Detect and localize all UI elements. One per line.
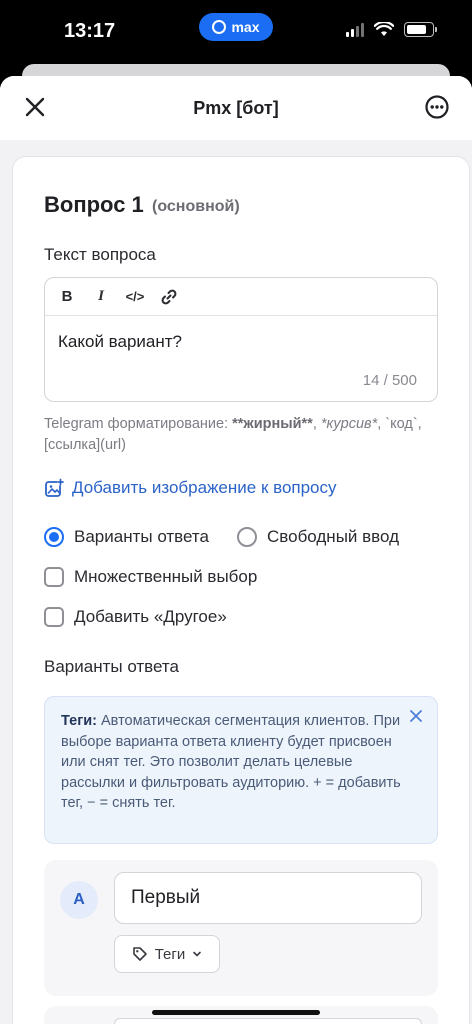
system-icons	[346, 22, 437, 37]
tags-info-title: Теги:	[61, 713, 97, 729]
checkbox-other[interactable]: Добавить «Другое»	[44, 607, 227, 627]
radio-free-input[interactable]: Свободный ввод	[237, 527, 399, 547]
hint-bold: **жирный**	[232, 416, 313, 432]
code-button[interactable]: </>	[125, 289, 145, 304]
answer-input-next[interactable]	[114, 1018, 422, 1024]
bold-button[interactable]: B	[57, 288, 77, 305]
add-image-icon	[45, 478, 64, 497]
hint-italic: *курсив*	[320, 416, 378, 432]
radio-options-label: Варианты ответа	[74, 527, 209, 546]
link-icon[interactable]	[159, 288, 179, 306]
tags-dropdown-button[interactable]: Теги	[114, 935, 220, 973]
checkbox-other-label: Добавить «Другое»	[74, 607, 227, 626]
sheet-header: Pmx [бот]	[0, 76, 472, 140]
question-editor[interactable]: B I </> Какой вариант? 14 / 500	[44, 277, 438, 402]
checkbox-multiple[interactable]: Множественный выбор	[44, 567, 257, 587]
question-input[interactable]: Какой вариант?	[58, 332, 182, 352]
status-bar: 13:17 max	[0, 0, 472, 64]
radio-options-indicator[interactable]	[44, 527, 64, 547]
home-indicator	[152, 1010, 320, 1015]
signal-icon	[346, 22, 364, 37]
radio-options[interactable]: Варианты ответа	[44, 527, 209, 547]
tags-button-label: Теги	[154, 945, 186, 963]
checkbox-other-box[interactable]	[44, 607, 64, 627]
tags-info-box: Теги: Автоматическая сегментация клиенто…	[44, 696, 438, 844]
radio-free-label: Свободный ввод	[267, 527, 400, 546]
answer-item-next	[44, 1006, 438, 1024]
question-subtitle: (основной)	[152, 198, 240, 215]
chevron-down-icon	[193, 951, 202, 957]
max-app-pill[interactable]: max	[199, 13, 273, 41]
close-icon[interactable]	[409, 709, 423, 723]
max-app-label: max	[231, 19, 260, 35]
hint-prefix: Telegram форматирование:	[44, 416, 233, 432]
more-icon[interactable]	[424, 94, 450, 120]
add-image-button[interactable]: Добавить изображение к вопросу	[44, 478, 337, 498]
tag-icon	[132, 947, 147, 961]
checkbox-multiple-box[interactable]	[44, 567, 64, 587]
question-title: Вопрос 1	[44, 192, 144, 217]
italic-button[interactable]: I	[91, 288, 111, 305]
answer-input[interactable]: Первый	[114, 872, 422, 924]
char-counter: 14 / 500	[362, 372, 417, 389]
answers-heading: Варианты ответа	[44, 657, 179, 676]
radio-free-indicator[interactable]	[237, 527, 257, 547]
hint-separator: ,	[312, 416, 321, 432]
add-image-label: Добавить изображение к вопросу	[72, 478, 337, 497]
answer-letter: A	[60, 881, 98, 919]
max-logo-icon	[212, 20, 227, 34]
format-hint: Telegram форматирование: **жирный**, *ку…	[44, 414, 434, 456]
battery-icon	[404, 22, 437, 37]
answer-item: A Первый Теги	[44, 860, 438, 996]
wifi-icon	[374, 22, 394, 36]
question-text-label: Текст вопроса	[44, 245, 156, 264]
sheet-title: Pmx [бот]	[193, 98, 279, 118]
status-time: 13:17	[64, 20, 116, 42]
format-toolbar: B I </>	[45, 278, 437, 316]
tags-info-text: Автоматическая сегментация клиентов. При…	[61, 713, 401, 811]
checkbox-multiple-label: Множественный выбор	[74, 567, 258, 586]
